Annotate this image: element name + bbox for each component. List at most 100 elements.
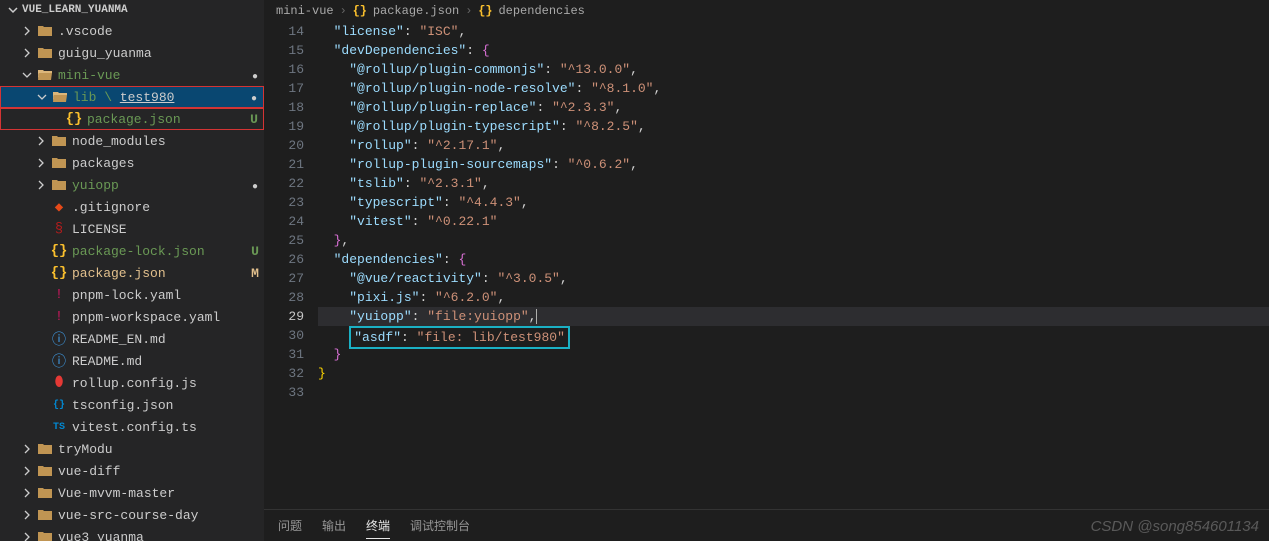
code-line[interactable]: "vitest": "^0.22.1": [318, 212, 1269, 231]
code-line[interactable]: [318, 383, 1269, 402]
tree-item-label: Vue-mvvm-master: [58, 486, 241, 501]
line-number: 26: [264, 250, 304, 269]
chevron-right-icon: [36, 180, 46, 190]
chevron-right-icon: [36, 136, 46, 146]
code-line[interactable]: }: [318, 364, 1269, 383]
tree-item[interactable]: ⓘREADME.md: [0, 350, 264, 372]
tree-item[interactable]: {}package-lock.jsonU: [0, 240, 264, 262]
panel-tab[interactable]: 调试控制台: [410, 513, 470, 538]
tree-item-label: package.json: [87, 112, 240, 127]
tree-item[interactable]: vue3_yuanma: [0, 526, 264, 541]
json-icon: {}: [353, 4, 367, 18]
js-icon: ⬮: [51, 375, 67, 391]
tree-item[interactable]: .vscode: [0, 20, 264, 42]
tree-item[interactable]: {} package.json M: [0, 262, 264, 284]
tree-item[interactable]: tryModu: [0, 438, 264, 460]
code-line[interactable]: "yuiopp": "file:yuiopp",: [318, 307, 1269, 326]
chevron-right-icon: ›: [465, 4, 472, 18]
line-number: 20: [264, 136, 304, 155]
code-editor[interactable]: 1415161718192021222324252627282930313233…: [264, 22, 1269, 509]
ts-icon: TS: [51, 419, 67, 435]
ts-json-icon: {}: [51, 397, 67, 413]
tree-item[interactable]: §LICENSE: [0, 218, 264, 240]
code-line[interactable]: "@rollup/plugin-replace": "^2.3.3",: [318, 98, 1269, 117]
code-line[interactable]: "@rollup/plugin-commonjs": "^13.0.0",: [318, 60, 1269, 79]
explorer-sidebar: VUE_LEARN_YUANMA .vscode guigu_yuanmamini…: [0, 0, 264, 541]
tree-item[interactable]: {}package.jsonU: [0, 108, 264, 130]
tree-item[interactable]: {}tsconfig.json: [0, 394, 264, 416]
tree-item[interactable]: vue-src-course-day: [0, 504, 264, 526]
tree-item[interactable]: !pnpm-workspace.yaml: [0, 306, 264, 328]
chevron-down-icon: [8, 5, 18, 15]
line-number: 28: [264, 288, 304, 307]
tree-item[interactable]: ⓘREADME_EN.md: [0, 328, 264, 350]
folder-icon: [51, 133, 67, 149]
code-line[interactable]: "asdf": "file: lib/test980": [318, 326, 1269, 345]
watermark: CSDN @song854601134: [1091, 518, 1259, 535]
code-line[interactable]: "@rollup/plugin-node-resolve": "^8.1.0",: [318, 79, 1269, 98]
tree-item[interactable]: node_modules: [0, 130, 264, 152]
tree-item[interactable]: guigu_yuanma: [0, 42, 264, 64]
line-number: 30: [264, 326, 304, 345]
folder-open-icon: [37, 67, 53, 83]
git-status-badge: U: [245, 112, 263, 127]
tree-item-label: pnpm-lock.yaml: [72, 288, 241, 303]
code-line[interactable]: "dependencies": {: [318, 250, 1269, 269]
md-icon: ⓘ: [51, 331, 67, 347]
chevron-down-icon: [22, 70, 32, 80]
tree-item-label: package-lock.json: [72, 244, 241, 259]
breadcrumb-part[interactable]: package.json: [373, 4, 459, 18]
panel-tab[interactable]: 输出: [322, 513, 346, 538]
modified-dot-icon: [246, 68, 264, 83]
folder-icon: [37, 45, 53, 61]
git-icon: ◆: [51, 199, 67, 215]
code-line[interactable]: "pixi.js": "^6.2.0",: [318, 288, 1269, 307]
tree-item-label: yuiopp: [72, 178, 241, 193]
tree-item[interactable]: !pnpm-lock.yaml: [0, 284, 264, 306]
tree-item[interactable]: vue-diff: [0, 460, 264, 482]
tree-item-label: .gitignore: [72, 200, 241, 215]
tree-item[interactable]: Vue-mvvm-master: [0, 482, 264, 504]
tree-item[interactable]: packages: [0, 152, 264, 174]
tree-item-label: vue-src-course-day: [58, 508, 241, 523]
tree-item[interactable]: ⬮rollup.config.js: [0, 372, 264, 394]
code-line[interactable]: "rollup-plugin-sourcemaps": "^0.6.2",: [318, 155, 1269, 174]
code-line[interactable]: },: [318, 231, 1269, 250]
sidebar-title: VUE_LEARN_YUANMA: [22, 4, 128, 16]
tree-item[interactable]: ◆ .gitignore: [0, 196, 264, 218]
code-line[interactable]: "tslib": "^2.3.1",: [318, 174, 1269, 193]
panel-tab[interactable]: 问题: [278, 513, 302, 538]
sidebar-header[interactable]: VUE_LEARN_YUANMA: [0, 0, 264, 20]
breadcrumb[interactable]: mini-vue › {} package.json › {} dependen…: [264, 0, 1269, 22]
breadcrumb-part[interactable]: dependencies: [498, 4, 584, 18]
tree-item[interactable]: yuiopp: [0, 174, 264, 196]
code-line[interactable]: "@rollup/plugin-typescript": "^8.2.5",: [318, 117, 1269, 136]
tree-item[interactable]: lib \ test980: [0, 86, 264, 108]
modified-dot-icon: [246, 178, 264, 193]
code-line[interactable]: "devDependencies": {: [318, 41, 1269, 60]
code-line[interactable]: "@vue/reactivity": "^3.0.5",: [318, 269, 1269, 288]
chevron-right-icon: [36, 158, 46, 168]
code-line[interactable]: "typescript": "^4.4.3",: [318, 193, 1269, 212]
code-content[interactable]: "license": "ISC", "devDependencies": { "…: [318, 22, 1269, 509]
line-number: 24: [264, 212, 304, 231]
tree-item-label: vue-diff: [58, 464, 241, 479]
chevron-right-icon: [22, 444, 32, 454]
chevron-right-icon: [22, 466, 32, 476]
json-icon: {}: [51, 265, 67, 281]
chevron-right-icon: ›: [340, 4, 347, 18]
code-line[interactable]: "license": "ISC",: [318, 22, 1269, 41]
tree-item-label: lib \ test980: [73, 90, 240, 105]
panel-tab[interactable]: 终端: [366, 513, 390, 539]
breadcrumb-part[interactable]: mini-vue: [276, 4, 334, 18]
tree-item-label: package.json: [72, 266, 241, 281]
tree-item[interactable]: mini-vue: [0, 64, 264, 86]
line-number: 25: [264, 231, 304, 250]
code-line[interactable]: "rollup": "^2.17.1",: [318, 136, 1269, 155]
git-status-badge: M: [246, 266, 264, 281]
tree-item-label: .vscode: [58, 24, 241, 39]
tree-item[interactable]: TSvitest.config.ts: [0, 416, 264, 438]
tree-item-label: vue3_yuanma: [58, 530, 241, 541]
git-status-badge: U: [246, 244, 264, 259]
folder-icon: [37, 441, 53, 457]
